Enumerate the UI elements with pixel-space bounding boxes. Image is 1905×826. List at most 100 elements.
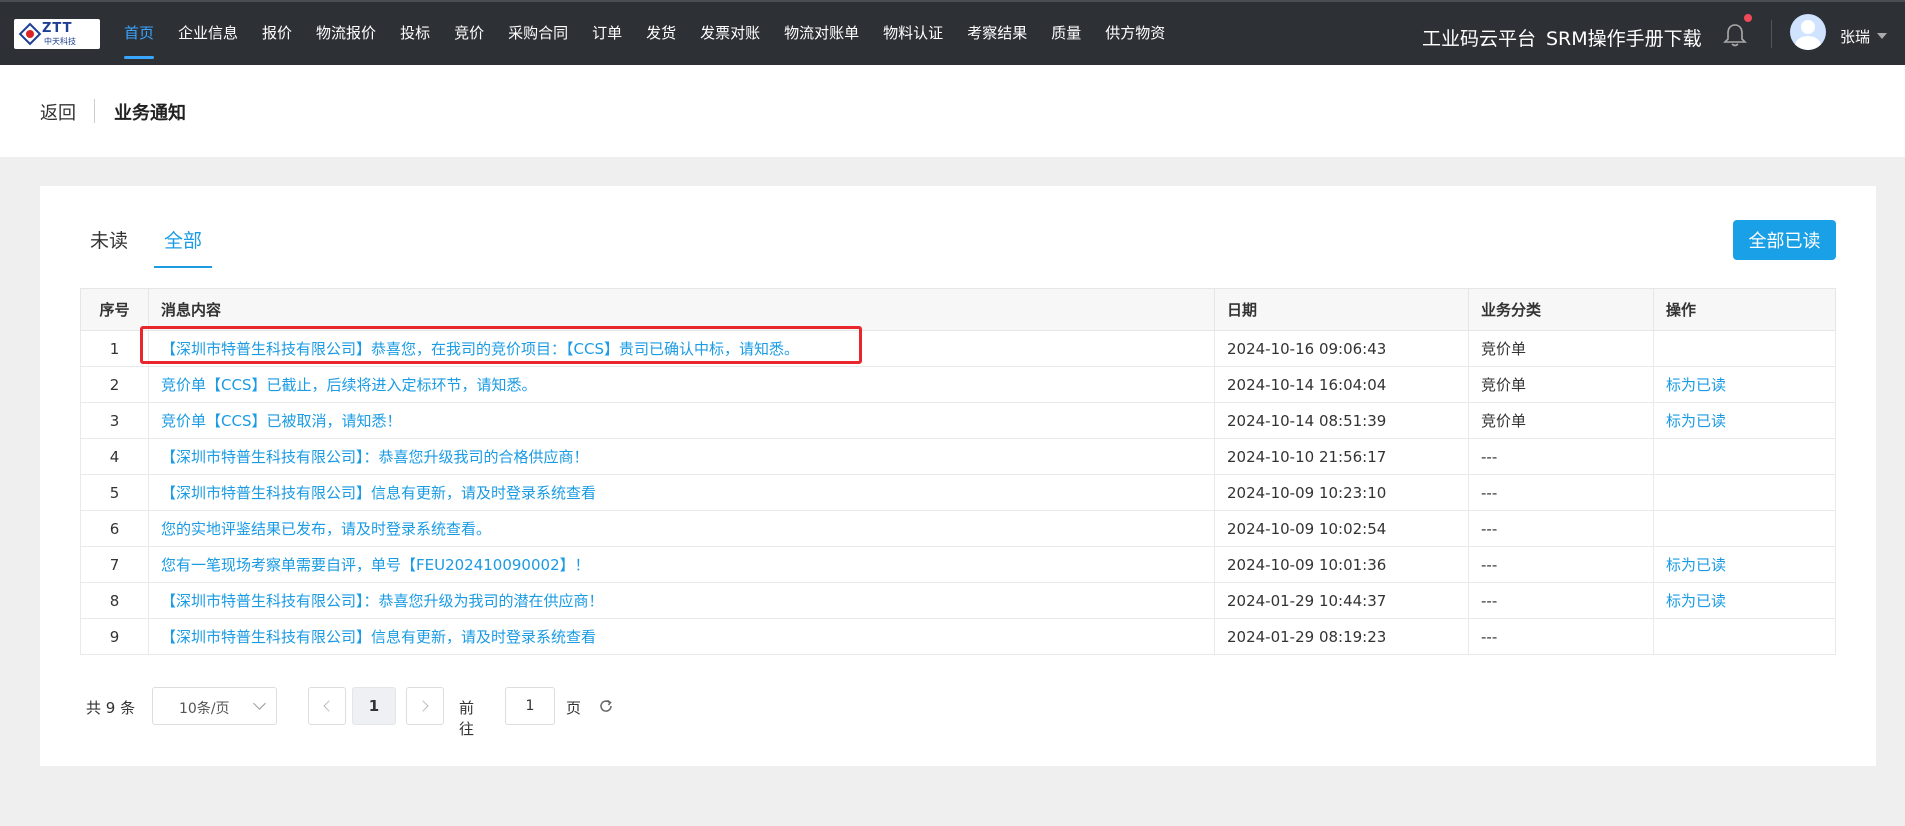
row-mark-read-link[interactable]: 标为已读 xyxy=(1653,582,1836,619)
nav-item[interactable]: 订单 xyxy=(580,2,634,65)
goto-label: 前往 xyxy=(459,699,475,738)
row-message-link[interactable]: 竞价单【CCS】已被取消，请知悉！ xyxy=(148,402,1215,439)
mark-all-read-button[interactable]: 全部已读 xyxy=(1733,220,1836,260)
nav-item[interactable]: 首页 xyxy=(112,2,166,65)
row-message-link[interactable]: 【深圳市特普生科技有限公司】：恭喜您升级为我司的潜在供应商！ xyxy=(148,582,1215,619)
row-mark-read-link[interactable]: 标为已读 xyxy=(1653,366,1836,403)
row-message-link[interactable]: 您有一笔现场考察单需要自评，单号【FEU202410090002】！ xyxy=(148,546,1215,583)
row-message-link[interactable]: 【深圳市特普生科技有限公司】：恭喜您升级我司的合格供应商！ xyxy=(148,438,1215,475)
row-message-link[interactable]: 【深圳市特普生科技有限公司】信息有更新，请及时登录系统查看 xyxy=(148,618,1215,655)
ztt-logo[interactable]: ZTT 中天科技 xyxy=(14,19,100,49)
divider xyxy=(94,99,95,123)
table-row: 2 竞价单【CCS】已截止，后续将进入定标环节，请知悉。 2024-10-14 16… xyxy=(80,366,1836,403)
row-category: --- xyxy=(1468,510,1654,547)
bell-icon[interactable] xyxy=(1722,22,1748,48)
nav-item[interactable]: 投标 xyxy=(388,2,442,65)
notification-table: 序号 消息内容 日期 业务分类 操作 1 【深圳市特普生科技有限公司】恭喜您，在我… xyxy=(80,288,1836,655)
top-nav: ZTT 中天科技 首页 企业信息 报价 物流报价 投标 竞价 采购合同 订单 发货 发票对账 物流对… xyxy=(0,0,1905,65)
row-mark-read-link xyxy=(1653,330,1836,367)
nav-item[interactable]: 企业信息 xyxy=(166,2,250,65)
nav-item[interactable]: 考察结果 xyxy=(955,2,1039,65)
logo-mark-icon xyxy=(18,22,42,46)
header-message: 消息内容 xyxy=(148,288,1215,331)
row-date: 2024-10-10 21:56:17 xyxy=(1214,438,1469,475)
row-mark-read-link[interactable]: 标为已读 xyxy=(1653,402,1836,439)
row-date: 2024-10-09 10:23:10 xyxy=(1214,474,1469,511)
nav-item[interactable]: 竞价 xyxy=(442,2,496,65)
main-menu: 首页 企业信息 报价 物流报价 投标 竞价 采购合同 订单 发货 发票对账 物流对账单 物料认证 考察结… xyxy=(112,2,1177,65)
tab-bar: 未读 全部 xyxy=(90,224,238,268)
row-category: 竞价单 xyxy=(1468,330,1654,367)
header-operation: 操作 xyxy=(1653,288,1836,331)
page-suffix: 页 xyxy=(566,699,582,717)
back-button[interactable]: 返回 xyxy=(40,99,76,125)
row-message-link[interactable]: 您的实地评鉴结果已发布，请及时登录系统查看。 xyxy=(148,510,1215,547)
nav-item[interactable]: 物流对账单 xyxy=(772,2,871,65)
page-size-value: 10条/页 xyxy=(179,701,230,717)
row-index: 1 xyxy=(80,330,149,367)
row-date: 2024-10-09 10:01:36 xyxy=(1214,546,1469,583)
row-index: 8 xyxy=(80,582,149,619)
chevron-down-icon xyxy=(253,697,266,710)
manual-download-link[interactable]: SRM操作手册下载 xyxy=(1546,24,1702,51)
tab-unread[interactable]: 未读 xyxy=(90,224,128,268)
row-category: 竞价单 xyxy=(1468,366,1654,403)
chevron-right-icon xyxy=(417,700,429,712)
nav-item[interactable]: 发票对账 xyxy=(688,2,772,65)
table-header-row: 序号 消息内容 日期 业务分类 操作 xyxy=(80,288,1836,331)
chevron-down-icon[interactable] xyxy=(1877,33,1887,39)
row-index: 9 xyxy=(80,618,149,655)
header-category: 业务分类 xyxy=(1468,288,1654,331)
row-mark-read-link[interactable]: 标为已读 xyxy=(1653,546,1836,583)
next-page-button[interactable] xyxy=(406,687,444,725)
row-mark-read-link xyxy=(1653,510,1836,547)
chevron-left-icon xyxy=(323,700,335,712)
row-message-link[interactable]: 【深圳市特普生科技有限公司】恭喜您，在我司的竞价项目：【CCS】贵司已确认中标，… xyxy=(148,330,1215,367)
username[interactable]: 张瑞 xyxy=(1840,26,1870,47)
notification-dot xyxy=(1744,14,1752,22)
page-size-select[interactable]: 10条/页 xyxy=(152,687,277,725)
row-date: 2024-10-14 08:51:39 xyxy=(1214,402,1469,439)
platform-link[interactable]: 工业码云平台 xyxy=(1422,24,1536,51)
row-date: 2024-10-09 10:02:54 xyxy=(1214,510,1469,547)
row-date: 2024-01-29 08:19:23 xyxy=(1214,618,1469,655)
table-row: 4 【深圳市特普生科技有限公司】：恭喜您升级我司的合格供应商！ 2024-10-10… xyxy=(80,438,1836,475)
table-row: 1 【深圳市特普生科技有限公司】恭喜您，在我司的竞价项目：【CCS】贵司已确认中标… xyxy=(80,330,1836,367)
row-index: 3 xyxy=(80,402,149,439)
row-mark-read-link xyxy=(1653,438,1836,475)
prev-page-button[interactable] xyxy=(308,687,346,725)
nav-item[interactable]: 供方物资 xyxy=(1093,2,1177,65)
nav-item[interactable]: 物流报价 xyxy=(304,2,388,65)
tab-all[interactable]: 全部 xyxy=(154,224,213,268)
row-category: --- xyxy=(1468,618,1654,655)
avatar[interactable] xyxy=(1790,14,1826,50)
refresh-icon[interactable] xyxy=(598,698,614,714)
current-page[interactable]: 1 xyxy=(352,687,396,725)
header-divider xyxy=(1771,20,1772,48)
row-category: --- xyxy=(1468,582,1654,619)
row-message-link[interactable]: 【深圳市特普生科技有限公司】信息有更新，请及时登录系统查看 xyxy=(148,474,1215,511)
table-row: 9 【深圳市特普生科技有限公司】信息有更新，请及时登录系统查看 2024-01-29… xyxy=(80,618,1836,655)
table-row: 6 您的实地评鉴结果已发布，请及时登录系统查看。 2024-10-09 10:02:… xyxy=(80,510,1836,547)
nav-item[interactable]: 物料认证 xyxy=(871,2,955,65)
row-index: 2 xyxy=(80,366,149,403)
nav-item[interactable]: 报价 xyxy=(250,2,304,65)
row-date: 2024-10-16 09:06:43 xyxy=(1214,330,1469,367)
nav-item[interactable]: 质量 xyxy=(1039,2,1093,65)
nav-item[interactable]: 发货 xyxy=(634,2,688,65)
row-date: 2024-01-29 10:44:37 xyxy=(1214,582,1469,619)
sub-header: 返回 业务通知 xyxy=(0,65,1905,157)
header-index: 序号 xyxy=(80,288,149,331)
row-index: 7 xyxy=(80,546,149,583)
header-date: 日期 xyxy=(1214,288,1469,331)
row-message-link[interactable]: 竞价单【CCS】已截止，后续将进入定标环节，请知悉。 xyxy=(148,366,1215,403)
table-row: 3 竞价单【CCS】已被取消，请知悉！ 2024-10-14 08:51:39 竞价单… xyxy=(80,402,1836,439)
nav-item[interactable]: 采购合同 xyxy=(496,2,580,65)
goto-page-input[interactable] xyxy=(505,687,555,725)
row-index: 4 xyxy=(80,438,149,475)
table-row: 8 【深圳市特普生科技有限公司】：恭喜您升级为我司的潜在供应商！ 2024-01-2… xyxy=(80,582,1836,619)
row-index: 6 xyxy=(80,510,149,547)
row-category: --- xyxy=(1468,438,1654,475)
table-row: 7 您有一笔现场考察单需要自评，单号【FEU202410090002】！ 2024-… xyxy=(80,546,1836,583)
row-category: --- xyxy=(1468,546,1654,583)
